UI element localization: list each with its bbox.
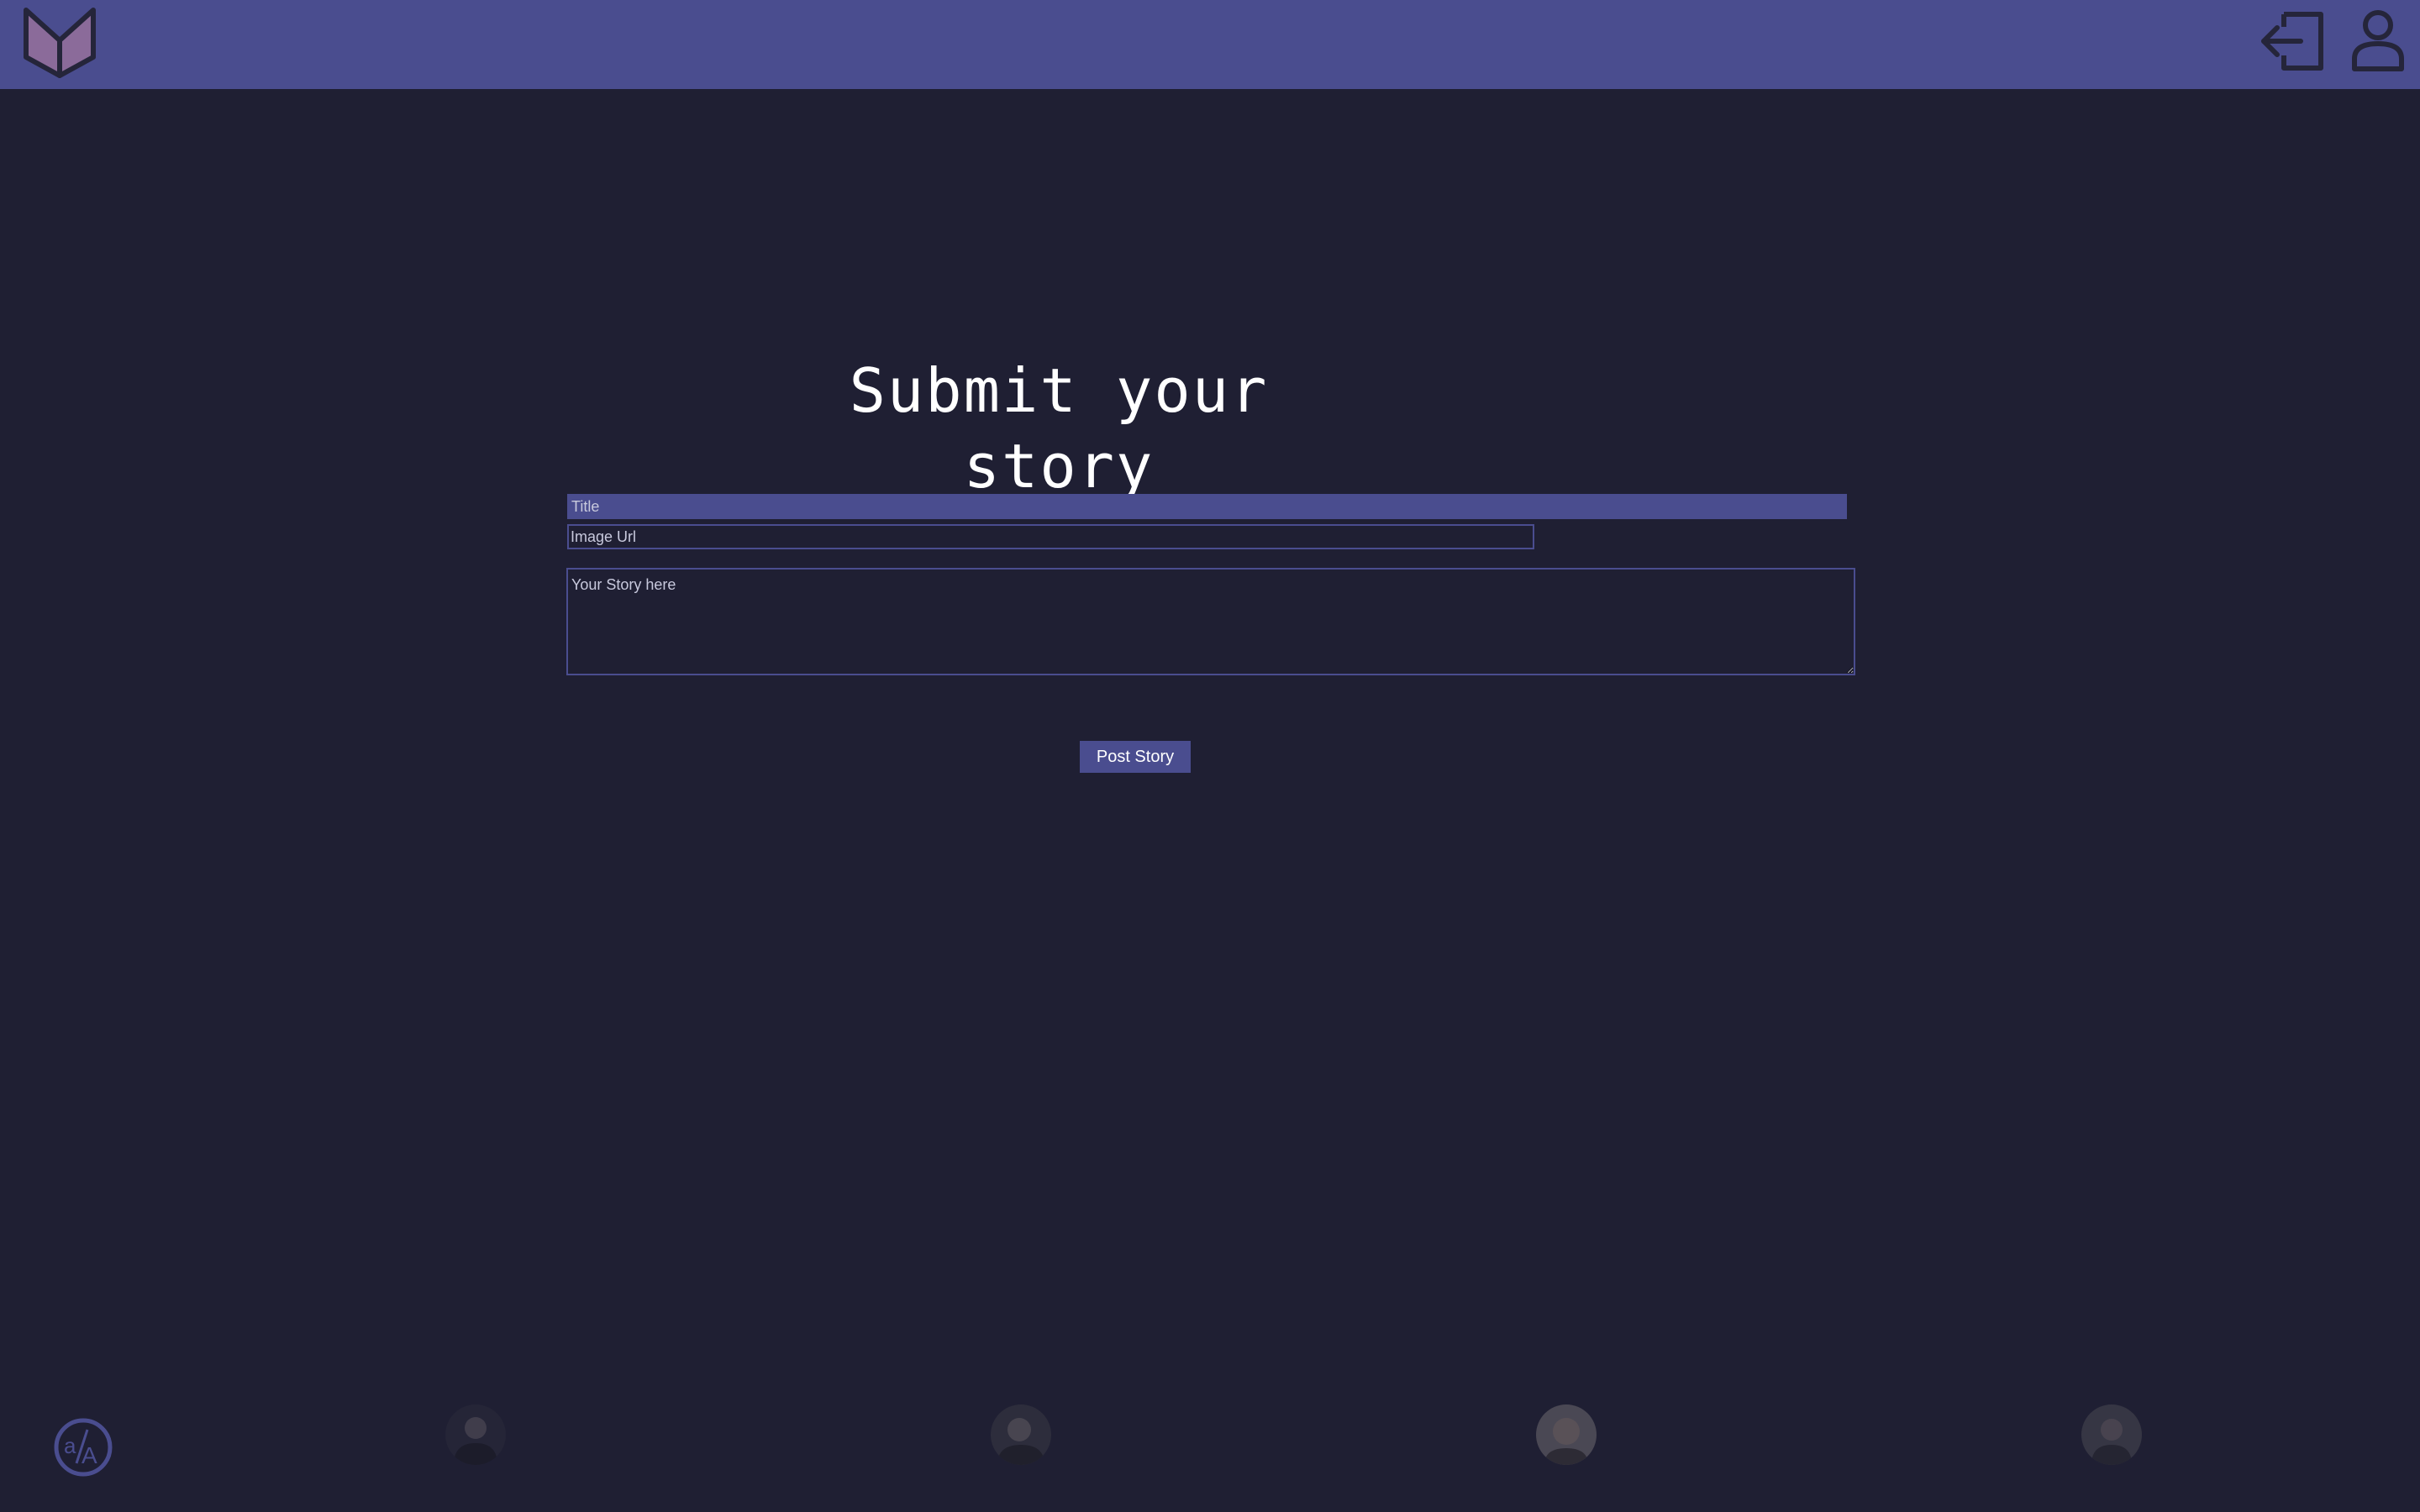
book-icon[interactable] xyxy=(22,7,97,79)
top-bar xyxy=(0,0,2420,89)
svg-text:a: a xyxy=(64,1433,76,1458)
page-title: Submit your story xyxy=(849,355,1269,501)
post-story-button[interactable]: Post Story xyxy=(1080,741,1191,773)
user-icon[interactable] xyxy=(2349,8,2407,72)
story-textarea[interactable] xyxy=(566,568,1855,675)
title-input[interactable] xyxy=(567,494,1847,519)
image-url-input[interactable] xyxy=(567,524,1534,549)
avatar[interactable] xyxy=(2081,1404,2142,1465)
avatar[interactable] xyxy=(991,1404,1051,1465)
aa-logo-icon[interactable]: a A xyxy=(54,1418,113,1477)
svg-text:A: A xyxy=(82,1442,97,1468)
logout-icon[interactable] xyxy=(2259,10,2326,72)
avatar[interactable] xyxy=(1536,1404,1597,1465)
avatar[interactable] xyxy=(445,1404,506,1465)
